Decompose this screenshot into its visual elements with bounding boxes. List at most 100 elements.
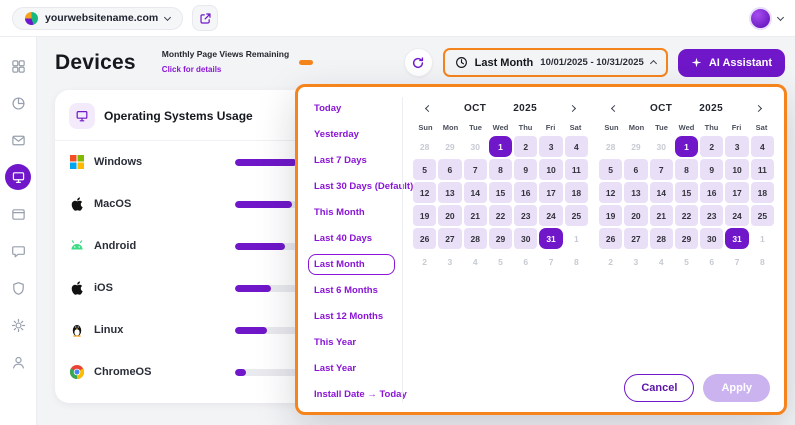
preset-last-year[interactable]: Last Year bbox=[308, 358, 395, 379]
calendar-day[interactable]: 6 bbox=[624, 159, 647, 180]
calendar-day[interactable]: 4 bbox=[565, 136, 588, 157]
calendar-day[interactable]: 5 bbox=[675, 251, 698, 272]
sidebar-item-analytics[interactable] bbox=[5, 90, 31, 116]
calendar-day[interactable]: 24 bbox=[539, 205, 562, 226]
preset-yesterday[interactable]: Yesterday bbox=[308, 124, 395, 145]
calendar-day[interactable]: 31 bbox=[539, 228, 562, 249]
sidebar-item-mail[interactable] bbox=[5, 127, 31, 153]
pageviews-details-link[interactable]: Click for details bbox=[162, 65, 222, 74]
calendar-day[interactable]: 23 bbox=[700, 205, 723, 226]
calendar-day[interactable]: 9 bbox=[514, 159, 537, 180]
calendar-day[interactable]: 2 bbox=[413, 251, 436, 272]
calendar-day[interactable]: 10 bbox=[539, 159, 562, 180]
calendar-day[interactable]: 10 bbox=[725, 159, 748, 180]
calendar-day[interactable]: 9 bbox=[700, 159, 723, 180]
calendar-day[interactable]: 28 bbox=[599, 136, 622, 157]
calendar-day[interactable]: 22 bbox=[675, 205, 698, 226]
calendar-day[interactable]: 5 bbox=[599, 159, 622, 180]
refresh-button[interactable] bbox=[404, 48, 433, 77]
preset-last-30-days-default[interactable]: Last 30 Days (Default) bbox=[308, 176, 395, 197]
sidebar-item-gear[interactable] bbox=[5, 312, 31, 338]
sidebar-item-window[interactable] bbox=[5, 201, 31, 227]
calendar-day[interactable]: 12 bbox=[599, 182, 622, 203]
sidebar-item-shield[interactable] bbox=[5, 275, 31, 301]
calendar-day[interactable]: 1 bbox=[751, 228, 774, 249]
preset-this-month[interactable]: This Month bbox=[308, 202, 395, 223]
calendar-day[interactable]: 27 bbox=[438, 228, 461, 249]
calendar-day[interactable]: 1 bbox=[675, 136, 698, 157]
calendar-day[interactable]: 25 bbox=[565, 205, 588, 226]
calendar-day[interactable]: 23 bbox=[514, 205, 537, 226]
calendar-day[interactable]: 8 bbox=[489, 159, 512, 180]
calendar-day[interactable]: 2 bbox=[514, 136, 537, 157]
calendar-day[interactable]: 26 bbox=[413, 228, 436, 249]
sidebar-item-chat[interactable] bbox=[5, 238, 31, 264]
calendar-day[interactable]: 29 bbox=[438, 136, 461, 157]
calendar-day[interactable]: 14 bbox=[650, 182, 673, 203]
preset-last-6-months[interactable]: Last 6 Months bbox=[308, 280, 395, 301]
calendar-day[interactable]: 25 bbox=[751, 205, 774, 226]
calendar-day[interactable]: 29 bbox=[675, 228, 698, 249]
calendar-day[interactable]: 27 bbox=[624, 228, 647, 249]
calendar-day[interactable]: 13 bbox=[624, 182, 647, 203]
account-menu[interactable] bbox=[749, 7, 783, 30]
calendar-day[interactable]: 3 bbox=[438, 251, 461, 272]
calendar-day[interactable]: 13 bbox=[438, 182, 461, 203]
share-button[interactable] bbox=[192, 5, 218, 31]
prev-month-button[interactable] bbox=[605, 99, 623, 117]
calendar-day[interactable]: 30 bbox=[514, 228, 537, 249]
calendar-day[interactable]: 7 bbox=[464, 159, 487, 180]
next-month-button[interactable] bbox=[750, 99, 768, 117]
calendar-day[interactable]: 30 bbox=[650, 136, 673, 157]
calendar-day[interactable]: 8 bbox=[675, 159, 698, 180]
preset-last-7-days[interactable]: Last 7 Days bbox=[308, 150, 395, 171]
preset-last-40-days[interactable]: Last 40 Days bbox=[308, 228, 395, 249]
calendar-day[interactable]: 24 bbox=[725, 205, 748, 226]
sidebar-item-user[interactable] bbox=[5, 349, 31, 375]
calendar-day[interactable]: 19 bbox=[413, 205, 436, 226]
cancel-button[interactable]: Cancel bbox=[624, 374, 694, 402]
calendar-day[interactable]: 2 bbox=[700, 136, 723, 157]
calendar-day[interactable]: 20 bbox=[624, 205, 647, 226]
calendar-day[interactable]: 8 bbox=[751, 251, 774, 272]
calendar-day[interactable]: 18 bbox=[751, 182, 774, 203]
calendar-day[interactable]: 1 bbox=[565, 228, 588, 249]
calendar-day[interactable]: 28 bbox=[650, 228, 673, 249]
calendar-day[interactable]: 16 bbox=[700, 182, 723, 203]
apply-button[interactable]: Apply bbox=[703, 374, 770, 402]
date-range-selector[interactable]: Last Month 10/01/2025 - 10/31/2025 bbox=[443, 48, 668, 77]
calendar-day[interactable]: 3 bbox=[624, 251, 647, 272]
sidebar-item-devices[interactable] bbox=[5, 164, 31, 190]
preset-last-month[interactable]: Last Month bbox=[308, 254, 395, 275]
calendar-day[interactable]: 18 bbox=[565, 182, 588, 203]
calendar-day[interactable]: 1 bbox=[489, 136, 512, 157]
calendar-day[interactable]: 8 bbox=[565, 251, 588, 272]
calendar-day[interactable]: 17 bbox=[539, 182, 562, 203]
preset-today[interactable]: Today bbox=[308, 98, 395, 119]
next-month-button[interactable] bbox=[564, 99, 582, 117]
calendar-day[interactable]: 7 bbox=[725, 251, 748, 272]
calendar-day[interactable]: 30 bbox=[700, 228, 723, 249]
calendar-day[interactable]: 31 bbox=[725, 228, 748, 249]
calendar-day[interactable]: 29 bbox=[489, 228, 512, 249]
calendar-day[interactable]: 4 bbox=[650, 251, 673, 272]
preset-install-date-today[interactable]: Install Date → Today bbox=[308, 384, 395, 405]
calendar-day[interactable]: 11 bbox=[565, 159, 588, 180]
calendar-day[interactable]: 16 bbox=[514, 182, 537, 203]
calendar-day[interactable]: 5 bbox=[489, 251, 512, 272]
calendar-day[interactable]: 4 bbox=[751, 136, 774, 157]
site-selector[interactable]: yourwebsitename.com bbox=[12, 7, 183, 30]
calendar-day[interactable]: 7 bbox=[539, 251, 562, 272]
calendar-day[interactable]: 6 bbox=[700, 251, 723, 272]
calendar-day[interactable]: 5 bbox=[413, 159, 436, 180]
calendar-day[interactable]: 4 bbox=[464, 251, 487, 272]
preset-this-year[interactable]: This Year bbox=[308, 332, 395, 353]
calendar-day[interactable]: 28 bbox=[464, 228, 487, 249]
calendar-day[interactable]: 19 bbox=[599, 205, 622, 226]
calendar-day[interactable]: 21 bbox=[650, 205, 673, 226]
calendar-day[interactable]: 17 bbox=[725, 182, 748, 203]
calendar-day[interactable]: 28 bbox=[413, 136, 436, 157]
calendar-day[interactable]: 15 bbox=[675, 182, 698, 203]
calendar-day[interactable]: 26 bbox=[599, 228, 622, 249]
prev-month-button[interactable] bbox=[419, 99, 437, 117]
